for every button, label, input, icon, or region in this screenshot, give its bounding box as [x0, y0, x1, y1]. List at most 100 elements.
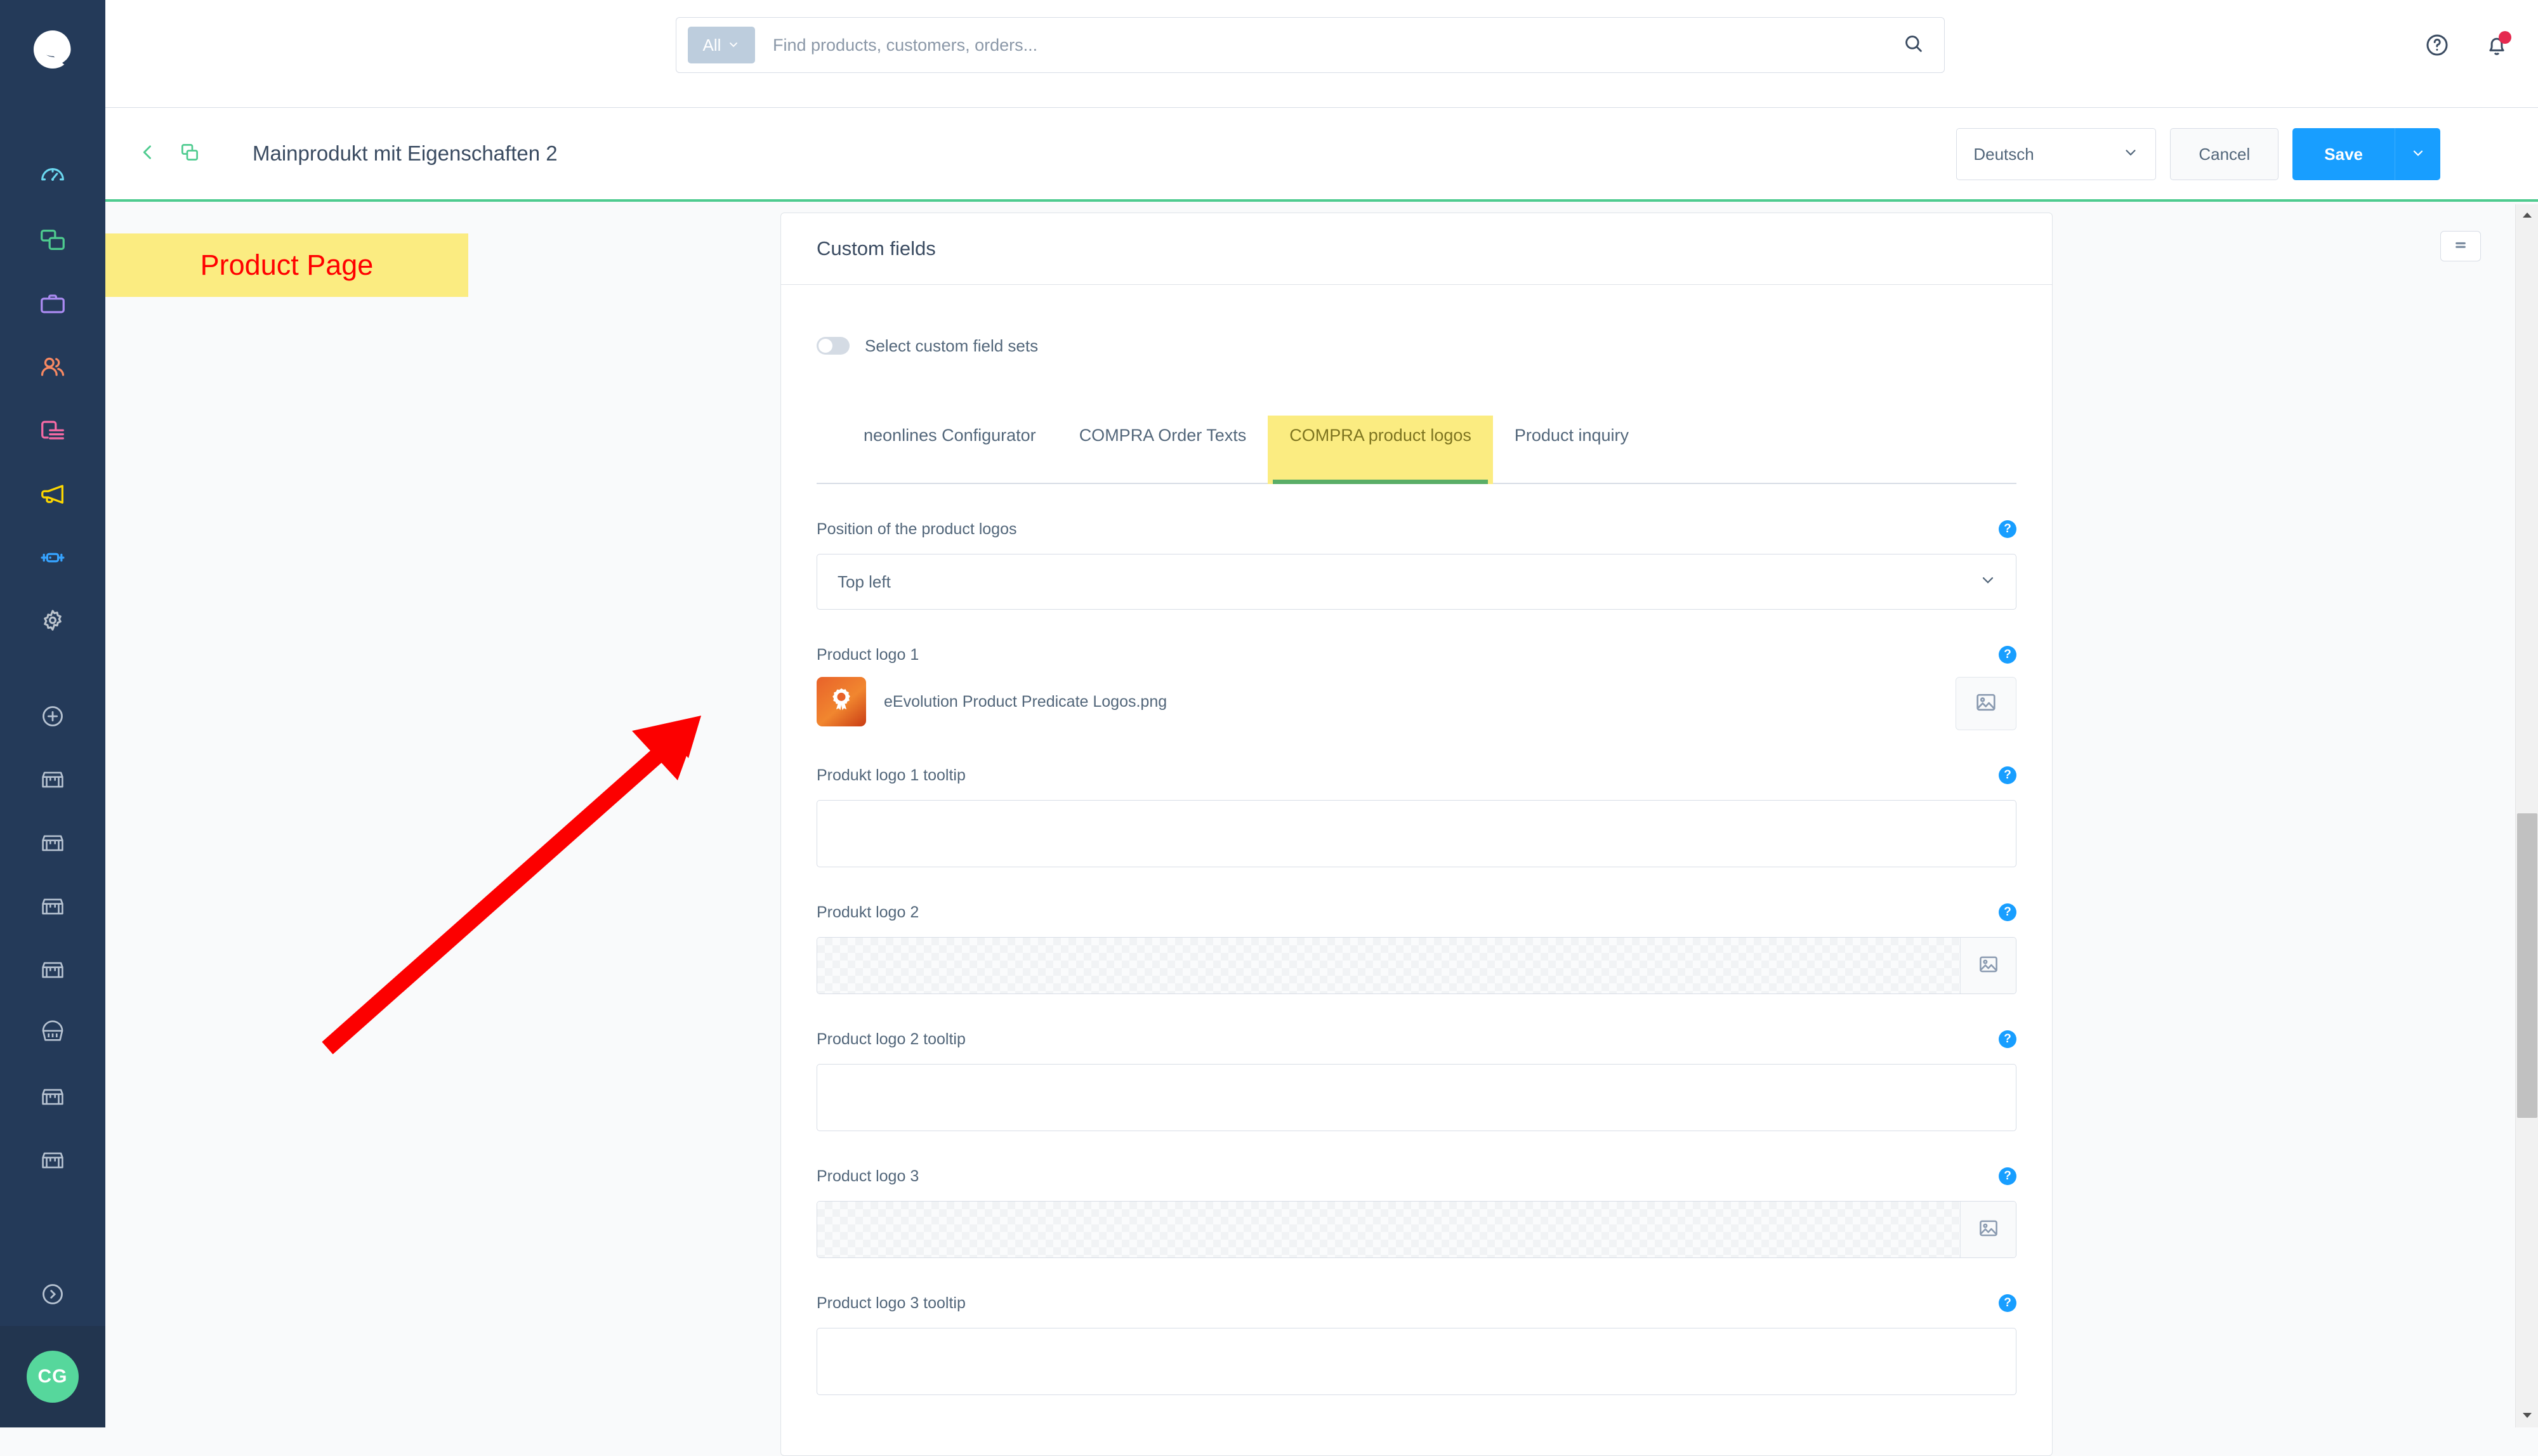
tab-compra-order-texts[interactable]: COMPRA Order Texts [1058, 416, 1268, 484]
notifications-button[interactable] [2483, 31, 2511, 62]
field-produkt-logo-2: Produkt logo 2 ? [817, 899, 2016, 994]
duplicate-button[interactable] [179, 141, 201, 166]
product-logo-1-media-row: eEvolution Product Predicate Logos.png [817, 677, 2016, 730]
field-head: Product logo 2 tooltip ? [817, 1026, 2016, 1053]
tab-neonlines-configurator[interactable]: neonlines Configurator [842, 416, 1058, 484]
media-preview[interactable]: eEvolution Product Predicate Logos.png [817, 677, 1167, 726]
tab-product-inquiry[interactable]: Product inquiry [1493, 416, 1650, 484]
help-icon[interactable]: ? [1999, 646, 2016, 664]
card-title: Custom fields [817, 237, 936, 259]
avatar[interactable]: CG [27, 1351, 79, 1403]
scroll-down-button[interactable] [2516, 1405, 2538, 1427]
field-produkt-logo-1-tooltip: Produkt logo 1 tooltip ? [817, 762, 2016, 867]
back-button[interactable] [137, 141, 159, 166]
product-logo-3-upload-button[interactable] [1960, 1202, 2016, 1257]
sidebar-item-add-sales-channel[interactable] [0, 685, 105, 748]
custom-fields-card: Custom fields Select custom field sets n… [780, 213, 2053, 1456]
field-product-logo-2-tooltip: Product logo 2 tooltip ? [817, 1026, 2016, 1131]
field-label: Product logo 1 [817, 645, 919, 664]
storefront-icon [39, 766, 66, 793]
produkt-logo-2-upload-button[interactable] [1960, 938, 2016, 994]
product-logo-1-upload-button[interactable] [1956, 677, 2016, 730]
product-logo-2-tooltip-input[interactable] [817, 1064, 2016, 1131]
language-select-value: Deutsch [1973, 144, 2034, 164]
bell-icon [2483, 37, 2510, 61]
help-icon[interactable]: ? [1999, 1030, 2016, 1048]
save-button-group: Save [2292, 128, 2440, 180]
page-scrollbar[interactable] [2515, 204, 2538, 1427]
select-custom-field-sets-row[interactable]: Select custom field sets [817, 328, 2016, 364]
scrollbar-thumb[interactable] [2517, 813, 2537, 1118]
field-head: Product logo 1 ? [817, 641, 2016, 668]
sidebar-item-marketing[interactable] [0, 462, 105, 526]
cancel-button[interactable]: Cancel [2170, 128, 2279, 180]
field-product-logo-3: Product logo 3 ? [817, 1163, 2016, 1258]
produkt-logo-1-tooltip-input[interactable] [817, 800, 2016, 867]
basket-icon [39, 1020, 66, 1047]
image-icon [1977, 1217, 2000, 1243]
sidebar-item-customers[interactable] [0, 336, 105, 399]
help-icon[interactable]: ? [1999, 520, 2016, 538]
page-title: Mainprodukt mit Eigenschaften 2 [253, 141, 558, 165]
sidebar-item-dashboard[interactable] [0, 145, 105, 209]
field-head: Product logo 3 tooltip ? [817, 1290, 2016, 1316]
triangle-up-icon [2522, 210, 2532, 221]
storefront-icon [39, 830, 66, 856]
field-label: Produkt logo 1 tooltip [817, 766, 966, 784]
sidebar-item-sales-channel-6[interactable] [0, 1065, 105, 1129]
chevron-down-icon [1979, 571, 1997, 593]
triangle-down-icon [2522, 1410, 2532, 1422]
help-button[interactable] [2424, 32, 2450, 62]
sidebar-item-sales-channel-4[interactable] [0, 938, 105, 1002]
scroll-up-button[interactable] [2516, 204, 2538, 227]
global-search-bar[interactable]: All [676, 17, 1945, 73]
help-icon[interactable]: ? [1999, 1294, 2016, 1312]
select-custom-field-sets-toggle[interactable] [817, 337, 850, 355]
position-select[interactable]: Top left [817, 554, 2016, 610]
sidebar-expand-button[interactable] [0, 1263, 105, 1326]
collapse-sidebar-button[interactable] [2440, 231, 2481, 261]
product-logo-3-dropzone[interactable] [817, 1201, 2016, 1258]
field-head: Position of the product logos ? [817, 516, 2016, 542]
help-icon[interactable]: ? [1999, 903, 2016, 921]
notification-badge [2499, 31, 2511, 44]
sidebar-item-content[interactable] [0, 399, 105, 462]
sidebar-item-extensions[interactable] [0, 526, 105, 589]
empty-media-placeholder [817, 1202, 1960, 1257]
produkt-logo-2-dropzone[interactable] [817, 937, 2016, 994]
field-head: Product logo 3 ? [817, 1163, 2016, 1190]
sidebar-item-sales-channel-2[interactable] [0, 811, 105, 875]
sidebar-item-catalogues[interactable] [0, 209, 105, 272]
media-thumbnail[interactable] [817, 677, 866, 726]
product-logo-3-tooltip-input[interactable] [817, 1328, 2016, 1395]
sidebar-item-sales-channel-1[interactable] [0, 748, 105, 811]
copy-icon [38, 226, 67, 255]
search-input[interactable] [773, 35, 1902, 55]
save-options-button[interactable] [2395, 128, 2440, 180]
award-badge-icon [827, 686, 856, 718]
field-product-logo-1: Product logo 1 ? eEvolution Product Pred… [817, 641, 2016, 730]
sidebar-item-orders[interactable] [0, 272, 105, 336]
language-select[interactable]: Deutsch [1956, 128, 2157, 180]
help-icon[interactable]: ? [1999, 1167, 2016, 1185]
field-label: Position of the product logos [817, 520, 1017, 538]
sidebar-item-sales-channel-3[interactable] [0, 875, 105, 938]
help-icon[interactable]: ? [1999, 766, 2016, 784]
copy-icon [179, 143, 201, 166]
users-icon [38, 353, 67, 382]
sidebar-user-area[interactable]: CG [0, 1326, 105, 1427]
sidebar-item-sales-channel-7[interactable] [0, 1129, 105, 1192]
storefront-icon [39, 1147, 66, 1174]
plug-icon [38, 543, 67, 572]
chevron-down-icon [2122, 144, 2139, 165]
tab-compra-product-logos[interactable]: COMPRA product logos [1268, 416, 1493, 484]
sidebar-item-sales-channel-5[interactable] [0, 1002, 105, 1065]
sidebar-item-settings[interactable] [0, 589, 105, 653]
media-file-name: eEvolution Product Predicate Logos.png [884, 692, 1167, 711]
save-button[interactable]: Save [2292, 128, 2395, 180]
search-icon[interactable] [1902, 32, 1925, 58]
custom-field-set-tabs: neonlines Configurator COMPRA Order Text… [817, 416, 2016, 484]
search-scope-selector[interactable]: All [688, 27, 755, 63]
shopware-logo[interactable] [30, 27, 76, 75]
content-icon [38, 416, 67, 445]
